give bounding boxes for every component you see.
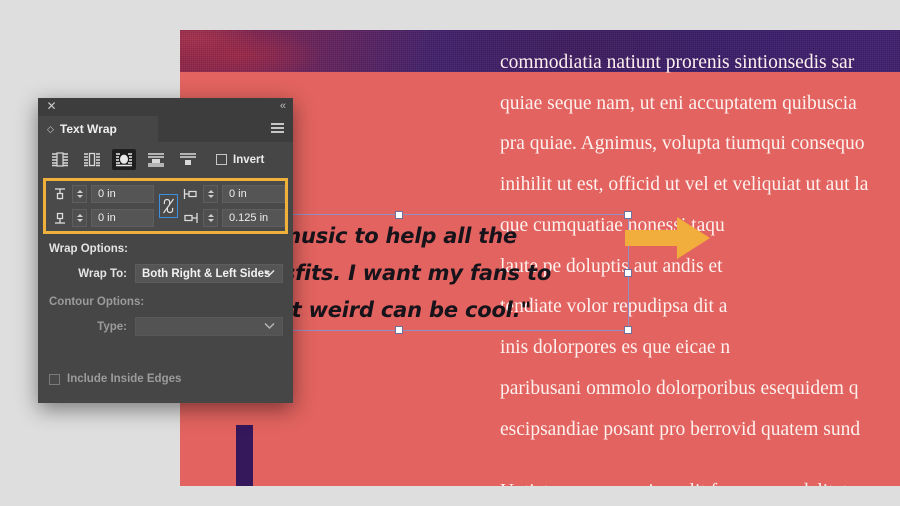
wrap-mode-no-text-wrap[interactable] <box>48 149 72 170</box>
broken-chain-link-icon[interactable] <box>159 194 178 218</box>
contour-options-section: Contour Options: Type: <box>38 296 293 336</box>
body-text-bottom: paribusani ommolo dolorporibus esequidem… <box>500 369 900 486</box>
offset-right-stepper[interactable] <box>203 209 218 227</box>
diamond-icon: ◇ <box>47 123 54 134</box>
offset-bottom-input[interactable]: 0 in <box>91 209 154 227</box>
wrap-mode-jump-object[interactable] <box>144 149 168 170</box>
arrow-right-annotation <box>625 217 710 259</box>
offset-top-stepper[interactable] <box>72 185 87 203</box>
offset-left-input[interactable]: 0 in <box>222 185 285 203</box>
offset-left-field[interactable]: 0 in <box>183 185 285 203</box>
double-chevron-left-icon[interactable]: « <box>280 100 286 112</box>
jump-next-column-icon <box>180 153 196 165</box>
offset-right-field[interactable]: 0.125 in <box>183 209 285 227</box>
offset-right-icon <box>183 210 199 226</box>
body-line: escipsandiae posant pro berrovid quatem … <box>500 418 861 440</box>
wrap-to-row: Wrap To: Both Right & Left Sides <box>38 264 293 283</box>
offset-column-vertical: 0 in 0 in <box>52 185 154 227</box>
panel-title-bar: ✕ « <box>38 98 293 116</box>
invert-checkbox-group[interactable]: Invert <box>216 154 264 166</box>
chevron-down-icon <box>264 269 275 277</box>
body-line: commodiatia natiunt prorenis sintionsedi… <box>500 52 855 73</box>
tab-text-wrap[interactable]: ◇ Text Wrap <box>38 116 158 142</box>
no-text-wrap-icon <box>52 152 68 167</box>
body-line: Untiate mporrum eius, alit facessu sande… <box>500 472 900 486</box>
include-inside-edges-checkbox[interactable] <box>49 373 60 385</box>
contour-type-select[interactable] <box>135 317 283 336</box>
contour-type-label: Type: <box>97 320 127 333</box>
offset-column-horizontal: 0 in 0.125 in <box>183 185 285 227</box>
wrap-bounding-box-icon <box>84 152 100 167</box>
close-icon[interactable]: ✕ <box>46 100 57 112</box>
wrap-options-section: Wrap Options: Wrap To: Both Right & Left… <box>38 243 293 283</box>
offset-top-icon <box>52 186 68 202</box>
wrap-to-label: Wrap To: <box>78 267 127 280</box>
body-line: inihilit ut est, officid ut vel et veliq… <box>500 173 869 195</box>
wrap-to-value: Both Right & Left Sides <box>142 267 271 280</box>
offset-bottom-icon <box>52 210 68 226</box>
contour-type-row: Type: <box>38 317 293 336</box>
wrap-to-select[interactable]: Both Right & Left Sides <box>135 264 283 283</box>
body-line: pra quiae. Agnimus, volupta tiumqui cons… <box>500 133 865 154</box>
offset-fields-group: 0 in 0 in 0 in 0.125 in <box>43 178 288 234</box>
text-wrap-panel[interactable]: ✕ « ◇ Text Wrap Invert 0 in 0 in 0 in 0.… <box>38 98 293 403</box>
purple-vertical-bar <box>236 425 253 486</box>
jump-object-icon <box>148 153 164 167</box>
offset-top-field[interactable]: 0 in <box>52 185 154 203</box>
offset-right-input[interactable]: 0.125 in <box>222 209 285 227</box>
wrap-mode-bounding-box[interactable] <box>80 149 104 170</box>
body-line: paribusani ommolo dolorporibus esequidem… <box>500 378 859 399</box>
offset-left-stepper[interactable] <box>203 185 218 203</box>
wrap-mode-jump-next-column[interactable] <box>176 149 200 170</box>
offset-top-input[interactable]: 0 in <box>91 185 154 203</box>
invert-checkbox[interactable] <box>216 154 227 165</box>
offset-left-icon <box>183 186 199 202</box>
contour-options-title: Contour Options: <box>49 296 145 308</box>
tab-label: Text Wrap <box>59 122 117 136</box>
body-line: inis dolorpores es que eicae n <box>500 336 731 358</box>
wrap-object-shape-icon <box>116 153 132 167</box>
panel-menu-icon[interactable] <box>271 123 284 135</box>
offset-bottom-stepper[interactable] <box>72 209 87 227</box>
panel-tab-strip: ◇ Text Wrap <box>38 116 293 142</box>
body-line: quiae seque nam, ut eni accuptatem quibu… <box>500 92 857 114</box>
include-inside-edges-label: Include Inside Edges <box>67 373 182 385</box>
chevron-down-icon <box>264 322 275 330</box>
offset-bottom-field[interactable]: 0 in <box>52 209 154 227</box>
include-inside-edges-group[interactable]: Include Inside Edges <box>38 373 181 385</box>
wrap-options-title: Wrap Options: <box>49 243 129 255</box>
wrap-mode-object-shape[interactable] <box>112 149 136 170</box>
wrap-mode-row: Invert <box>38 142 293 173</box>
body-text-top: commodiatia natiunt prorenis sintionsedi… <box>500 43 900 205</box>
invert-label: Invert <box>233 153 265 166</box>
